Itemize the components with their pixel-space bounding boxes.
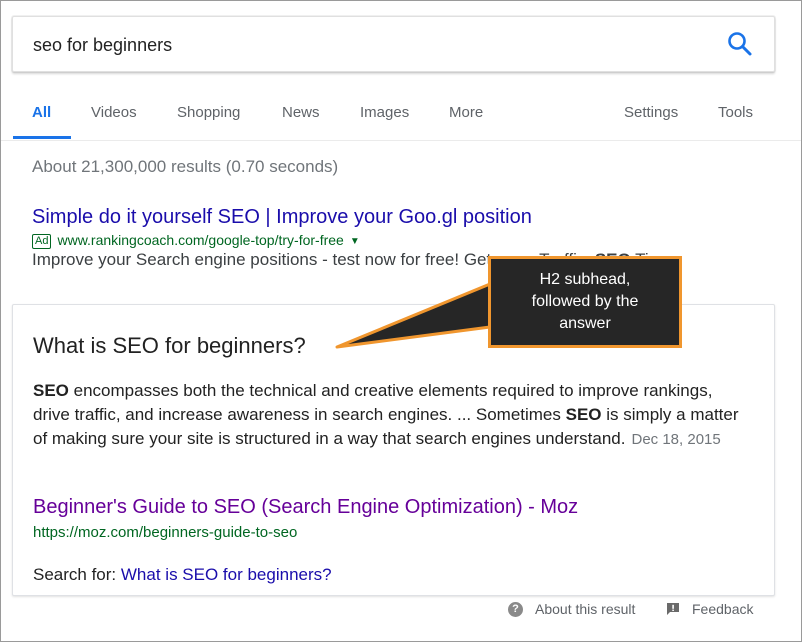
callout-line: answer — [559, 315, 611, 332]
search-results-page: All Videos Shopping News Images More Set… — [0, 0, 802, 642]
callout-line: followed by the — [531, 293, 639, 310]
callout-line: H2 subhead, — [539, 271, 631, 288]
annotation-callout: H2 subhead, followed by the answer — [488, 256, 682, 348]
